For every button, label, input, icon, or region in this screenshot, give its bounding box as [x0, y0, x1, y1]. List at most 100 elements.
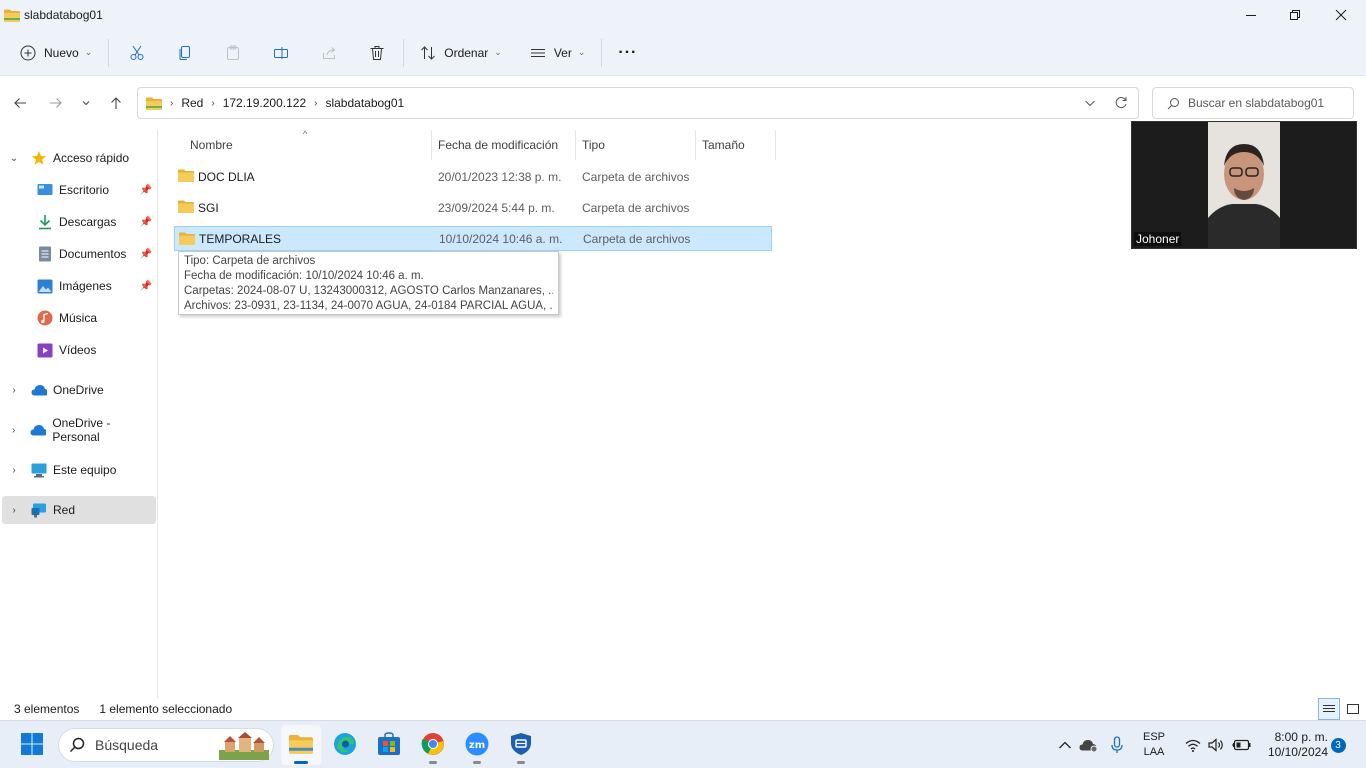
new-button[interactable]: Nuevo ⌄: [12, 37, 100, 69]
svg-text:zm: zm: [469, 740, 485, 751]
file-row-selected[interactable]: TEMPORALES 10/10/2024 10:46 a. m. Carpet…: [174, 226, 772, 251]
chevron-down-icon[interactable]: ⌄: [7, 153, 21, 164]
share-button[interactable]: [313, 37, 345, 69]
copy-button[interactable]: [169, 37, 201, 69]
sidebar-item-label: Documentos: [59, 247, 127, 261]
sidebar-item-this-pc[interactable]: › Este equipo: [2, 456, 156, 484]
sidebar-item-onedrive-personal[interactable]: › OneDrive - Personal: [2, 416, 156, 444]
village-illustration-icon: [219, 732, 269, 763]
folder-icon: [179, 232, 195, 245]
breadcrumb-share[interactable]: slabdatabog01: [325, 96, 404, 110]
sidebar-item-videos[interactable]: Vídeos: [2, 336, 156, 364]
video-icon: [37, 342, 53, 358]
running-indicator: [473, 761, 481, 764]
sidebar-item-desktop[interactable]: Escritorio 📌: [2, 176, 156, 204]
sidebar-item-music[interactable]: Música: [2, 304, 156, 332]
chevron-right-icon[interactable]: ›: [7, 425, 20, 436]
video-call-thumbnail[interactable]: Johoner: [1132, 122, 1356, 248]
recent-locations-button[interactable]: [76, 93, 96, 113]
start-button[interactable]: [12, 725, 52, 765]
pin-icon[interactable]: 📌: [140, 249, 152, 260]
sort-label: Ordenar: [444, 45, 489, 60]
column-header-size[interactable]: Tamaño: [696, 130, 776, 160]
search-icon: [69, 737, 85, 753]
taskbar-zoom[interactable]: zm: [457, 725, 497, 765]
details-view-icon[interactable]: [1318, 698, 1340, 720]
paste-button[interactable]: [217, 37, 249, 69]
taskbar-search[interactable]: Búsqueda: [58, 728, 274, 762]
refresh-icon[interactable]: [1114, 96, 1128, 113]
folder-info-tooltip: Tipo: Carpeta de archivos Fecha de modif…: [178, 251, 559, 315]
sort-button[interactable]: Ordenar ⌄: [412, 37, 510, 69]
status-bar: 3 elementos 1 elemento seleccionado: [0, 698, 1366, 720]
notification-center-button[interactable]: 3: [1330, 721, 1346, 768]
pin-icon[interactable]: 📌: [140, 185, 152, 196]
sidebar-item-downloads[interactable]: Descargas 📌: [2, 208, 156, 236]
battery-icon[interactable]: [1230, 721, 1252, 768]
shield-icon: [510, 732, 532, 759]
column-header-name[interactable]: Nombre: [160, 130, 432, 160]
windows-logo-icon: [21, 732, 43, 758]
trash-icon: [369, 45, 385, 61]
image-icon: [37, 278, 53, 294]
onedrive-tray-icon[interactable]: [1078, 721, 1100, 768]
tooltip-type: Tipo: Carpeta de archivos: [184, 255, 316, 267]
close-button[interactable]: [1318, 0, 1364, 30]
sidebar-item-label: Música: [59, 311, 98, 325]
taskbar-chrome[interactable]: [413, 725, 453, 765]
view-button[interactable]: Ver ⌄: [522, 37, 594, 69]
minimize-button[interactable]: [1228, 0, 1274, 30]
clock-time: 8:00 p. m.: [1274, 730, 1328, 744]
tiles-view-icon[interactable]: [1343, 698, 1363, 720]
forward-button[interactable]: [46, 93, 66, 113]
taskbar-edge[interactable]: [325, 725, 365, 765]
command-bar: Nuevo ⌄ Ordenar ⌄ Ver ⌄ ···: [0, 30, 1366, 76]
taskbar-search-placeholder: Búsqueda: [95, 737, 159, 753]
column-header-modified[interactable]: Fecha de modificación: [432, 130, 576, 160]
cut-button[interactable]: [121, 37, 153, 69]
taskbar-security-app[interactable]: [501, 725, 541, 765]
rename-button[interactable]: [265, 37, 297, 69]
sidebar-item-quick-access[interactable]: ⌄ Acceso rápido: [2, 144, 156, 172]
sidebar-item-pictures[interactable]: Imágenes 📌: [2, 272, 156, 300]
pin-icon[interactable]: 📌: [140, 217, 152, 228]
search-icon: [1167, 97, 1180, 110]
chevron-right-icon[interactable]: ›: [7, 465, 21, 476]
chevron-right-icon[interactable]: ›: [7, 385, 21, 396]
restore-button[interactable]: [1272, 0, 1318, 30]
taskbar-store[interactable]: [369, 725, 409, 765]
item-count: 3 elementos: [14, 702, 80, 716]
up-button[interactable]: [106, 93, 126, 113]
pin-icon[interactable]: 📌: [140, 281, 152, 292]
edge-icon: [333, 732, 357, 759]
breadcrumb-red[interactable]: Red: [181, 96, 203, 110]
more-options-button[interactable]: ···: [610, 37, 645, 69]
sidebar-item-network[interactable]: › Red: [2, 496, 156, 524]
separator: [403, 38, 405, 67]
breadcrumb-host[interactable]: 172.19.200.122: [223, 96, 306, 110]
sidebar-item-documents[interactable]: Documentos 📌: [2, 240, 156, 268]
separator: [108, 38, 110, 67]
volume-icon[interactable]: [1206, 721, 1228, 768]
column-header-type[interactable]: Tipo: [576, 130, 696, 160]
back-button[interactable]: [10, 93, 30, 113]
clock[interactable]: 8:00 p. m. 10/10/2024: [1258, 721, 1328, 768]
address-history-chevron-icon[interactable]: [1084, 97, 1096, 112]
chevron-right-icon[interactable]: ›: [7, 505, 21, 516]
input-language-indicator[interactable]: ESP LAA: [1136, 721, 1172, 768]
show-hidden-icons-button[interactable]: [1054, 721, 1076, 768]
file-row[interactable]: DOC DLIA 20/01/2023 12:38 p. m. Carpeta …: [174, 164, 772, 189]
wifi-icon[interactable]: [1182, 721, 1204, 768]
taskbar-file-explorer[interactable]: [281, 725, 321, 765]
clock-date: 10/10/2024: [1267, 745, 1328, 759]
search-box[interactable]: Buscar en slabdatabog01: [1152, 87, 1354, 119]
chevron-right-icon: ›: [211, 97, 215, 109]
delete-button[interactable]: [361, 37, 393, 69]
rename-icon: [273, 45, 289, 61]
microphone-icon[interactable]: [1106, 721, 1128, 768]
file-row[interactable]: SGI 23/09/2024 5:44 p. m. Carpeta de arc…: [174, 195, 772, 220]
address-bar[interactable]: › Red › 172.19.200.122 › slabdatabog01: [137, 87, 1139, 119]
view-list-icon: [530, 45, 546, 61]
sidebar-item-onedrive[interactable]: › OneDrive: [2, 376, 156, 404]
active-indicator: [294, 761, 308, 764]
